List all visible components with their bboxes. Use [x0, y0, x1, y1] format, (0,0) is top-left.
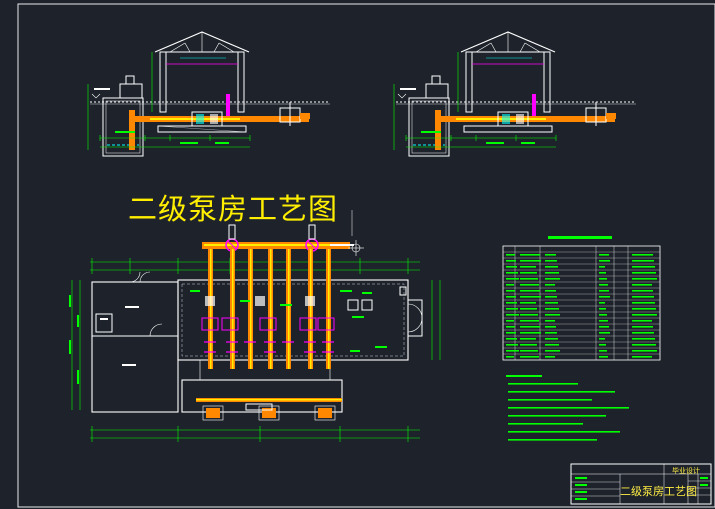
- equipment-table: [502, 236, 661, 361]
- title-block-drawing-name: 二级泵房工艺图: [620, 485, 697, 498]
- plan-view: [69, 210, 441, 442]
- elevation-right: [393, 31, 636, 157]
- title-block-stage: 毕业设计: [672, 467, 700, 475]
- elevation-left: [87, 31, 330, 157]
- drawing-title: 二级泵房工艺图: [128, 192, 339, 226]
- cad-drawing: [17, 3, 715, 508]
- notes: [506, 375, 629, 441]
- risers: [208, 249, 331, 369]
